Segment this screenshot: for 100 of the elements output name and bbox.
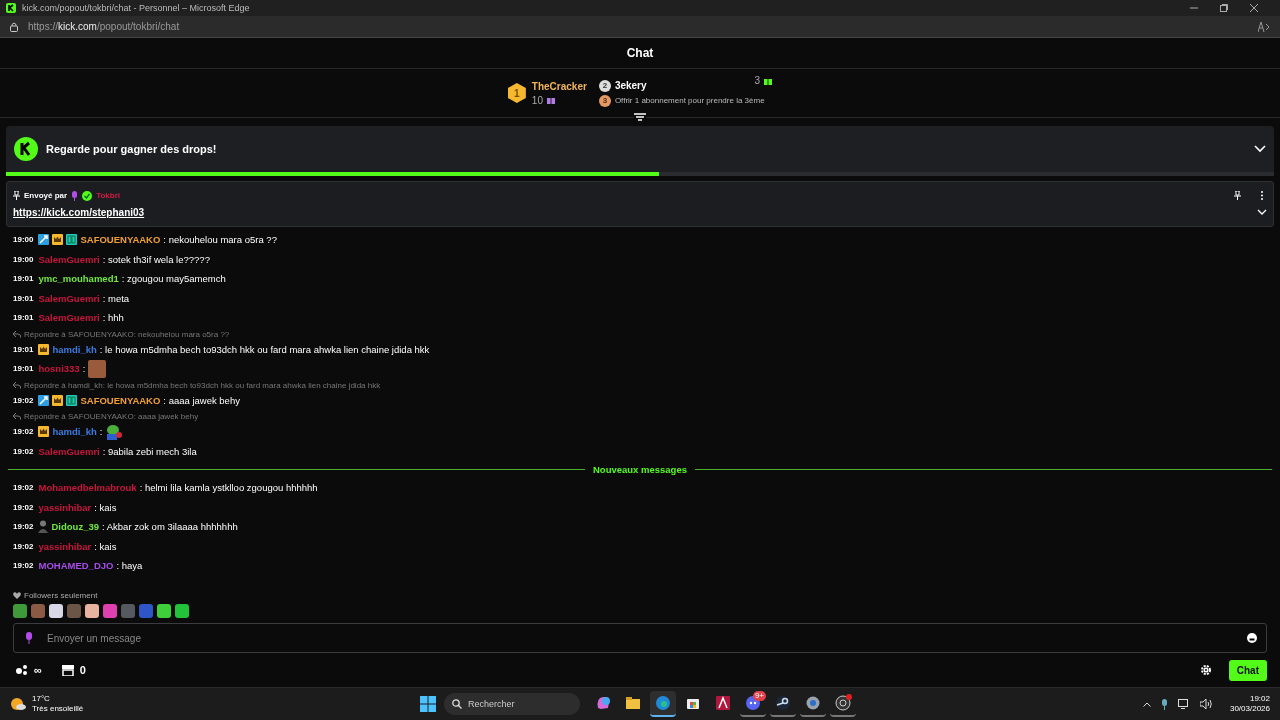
microphone-icon[interactable] xyxy=(25,632,33,644)
chat-username[interactable]: SalemGuemri xyxy=(38,292,100,304)
taskbar-search[interactable]: Rechercher xyxy=(444,693,580,715)
read-aloud-icon[interactable] xyxy=(1258,21,1270,32)
message-time: 19:00 xyxy=(13,235,34,245)
message-time: 19:02 xyxy=(13,502,34,512)
gift-count: 3 xyxy=(754,75,761,86)
microphone-icon[interactable] xyxy=(1160,698,1168,710)
crown-badge-icon xyxy=(38,343,50,355)
store-count: 0 xyxy=(79,664,86,676)
kick-logo-icon xyxy=(14,137,38,161)
chevron-down-icon[interactable] xyxy=(1254,145,1266,153)
settings-icon[interactable] xyxy=(1200,665,1211,675)
crown-badge-icon xyxy=(52,234,64,246)
weather-sun-cloud-icon[interactable] xyxy=(10,697,26,711)
second-gifter-name[interactable]: 3ekery xyxy=(614,80,647,91)
reply-preview: Répondre à SAFOUENYAAKO: nekouhelou mara o5ra ?? xyxy=(24,329,230,339)
chat-username[interactable]: SalemGuemri xyxy=(38,312,100,324)
chat-username[interactable]: SalemGuemri xyxy=(38,445,100,457)
address-bar-url[interactable]: https://kick.com/popout/tokbri/chat xyxy=(28,21,180,32)
emote-photo-placeholder xyxy=(88,359,107,378)
crown-badge-icon xyxy=(38,426,50,438)
points-balance: ∞ xyxy=(34,664,42,676)
reply-preview: Répondre à SAFOUENYAAKO: aaaa jawek behy xyxy=(24,412,199,421)
message-time: 19:01 xyxy=(13,274,34,284)
first-place-badge: 1 xyxy=(507,83,526,103)
message-text: : 9abila zebi mech 3ila xyxy=(102,445,197,457)
message-text: : kais xyxy=(94,501,117,513)
send-chat-button[interactable]: Chat xyxy=(1228,659,1267,681)
message-time: 19:02 xyxy=(13,446,34,456)
emote-icon[interactable] xyxy=(49,604,63,618)
notification-badge: 9+ xyxy=(752,691,766,701)
chat-username[interactable]: Mohamedbelmabrouk xyxy=(38,482,137,494)
emoji-icon[interactable] xyxy=(1247,633,1257,643)
chat-username[interactable]: hamdi_kh xyxy=(52,343,97,355)
top-gifter-name[interactable]: TheCracker xyxy=(531,80,587,92)
chat-username[interactable]: hosni333 xyxy=(38,363,80,375)
message-text: : le howa m5dmha bech to93dch hkk ou fard mara ahwka lien chaine jdida hkk xyxy=(99,343,430,355)
message-text: : helmi lila kamla ystklloo zgougou hhhhhh xyxy=(139,482,318,494)
start-icon[interactable] xyxy=(420,696,436,712)
chat-username[interactable]: hamdi_kh xyxy=(52,426,97,438)
chevron-down-icon[interactable] xyxy=(1257,208,1267,216)
pin-icon[interactable] xyxy=(1234,191,1241,200)
gift-icon xyxy=(764,76,773,85)
restore-icon[interactable] xyxy=(1220,4,1228,12)
message-text: : meta xyxy=(102,292,130,304)
message-text: : Akbar zok om 3ilaaaa hhhhhhh xyxy=(102,521,238,533)
message-time: 19:01 xyxy=(13,313,34,323)
pinned-link[interactable]: https://kick.com/stephani03 xyxy=(13,206,145,218)
heart-icon xyxy=(13,592,21,599)
reply-icon xyxy=(13,330,21,338)
avatar-badge-icon xyxy=(38,520,49,534)
microphone-badge-icon xyxy=(71,190,79,201)
chat-username[interactable]: MOHAMED_DJO xyxy=(38,560,114,572)
taskbar-app[interactable] xyxy=(830,691,856,717)
taskbar-app[interactable] xyxy=(650,691,676,717)
chat-username[interactable]: SAFOUENYAAKO xyxy=(80,394,161,406)
message-time: 19:02 xyxy=(13,483,34,493)
message-time: 19:01 xyxy=(13,344,34,354)
crown-badge-icon xyxy=(52,394,64,406)
message-text: : xyxy=(82,363,86,375)
pinned-author[interactable]: Tokbri xyxy=(96,191,120,200)
close-icon[interactable] xyxy=(1250,4,1258,12)
chat-username[interactable]: Didouz_39 xyxy=(51,521,99,533)
message-time: 19:02 xyxy=(13,395,34,405)
pinned-by-label: Envoyé par xyxy=(24,191,68,200)
taskbar-date[interactable]: 30/03/2026 xyxy=(1229,704,1270,715)
message-time: 19:02 xyxy=(13,427,34,437)
chat-username[interactable]: ymc_mouhamed1 xyxy=(38,273,119,285)
network-icon[interactable] xyxy=(1177,699,1190,709)
taskbar-time[interactable]: 19:02 xyxy=(1249,693,1270,704)
weather-condition: Très ensoleillé xyxy=(32,704,84,714)
pin-icon xyxy=(13,191,20,200)
reply-icon xyxy=(13,413,21,420)
chat-username[interactable]: SalemGuemri xyxy=(38,253,100,265)
volume-icon[interactable] xyxy=(1199,699,1212,709)
chat-username[interactable]: yassinhibar xyxy=(38,540,92,552)
chevron-up-icon[interactable] xyxy=(1142,701,1151,707)
message-text: : zgougou may5amemch xyxy=(121,273,226,285)
message-time: 19:00 xyxy=(13,254,34,264)
message-text: : kais xyxy=(94,540,117,552)
message-text: : aaaa jawek behy xyxy=(163,394,240,406)
message-input[interactable]: Envoyer un message xyxy=(13,623,1267,653)
chat-username[interactable]: SAFOUENYAAKO xyxy=(80,234,161,246)
taskbar-app[interactable]: 9+ xyxy=(740,691,766,717)
chat-username[interactable]: yassinhibar xyxy=(38,501,92,513)
message-text: : hhh xyxy=(102,312,124,324)
store-icon[interactable] xyxy=(61,664,74,676)
message-text: : sotek th3if wela le????? xyxy=(102,253,210,265)
minimize-icon[interactable] xyxy=(1190,4,1198,12)
message-text: : nekouhelou mara o5ra ?? xyxy=(163,234,277,246)
lock-icon[interactable] xyxy=(10,21,18,32)
verified-badge-icon xyxy=(82,190,93,201)
reply-icon xyxy=(13,381,21,389)
points-icon[interactable] xyxy=(16,665,28,675)
new-messages-divider: Nouveaux messages xyxy=(593,464,687,475)
search-icon xyxy=(452,699,462,709)
chat-title: Chat xyxy=(626,46,654,60)
message-text: : haya xyxy=(116,560,143,572)
window-title: kick.com/popout/tokbri/chat - Personnel – Microsoft Edge xyxy=(22,3,250,13)
